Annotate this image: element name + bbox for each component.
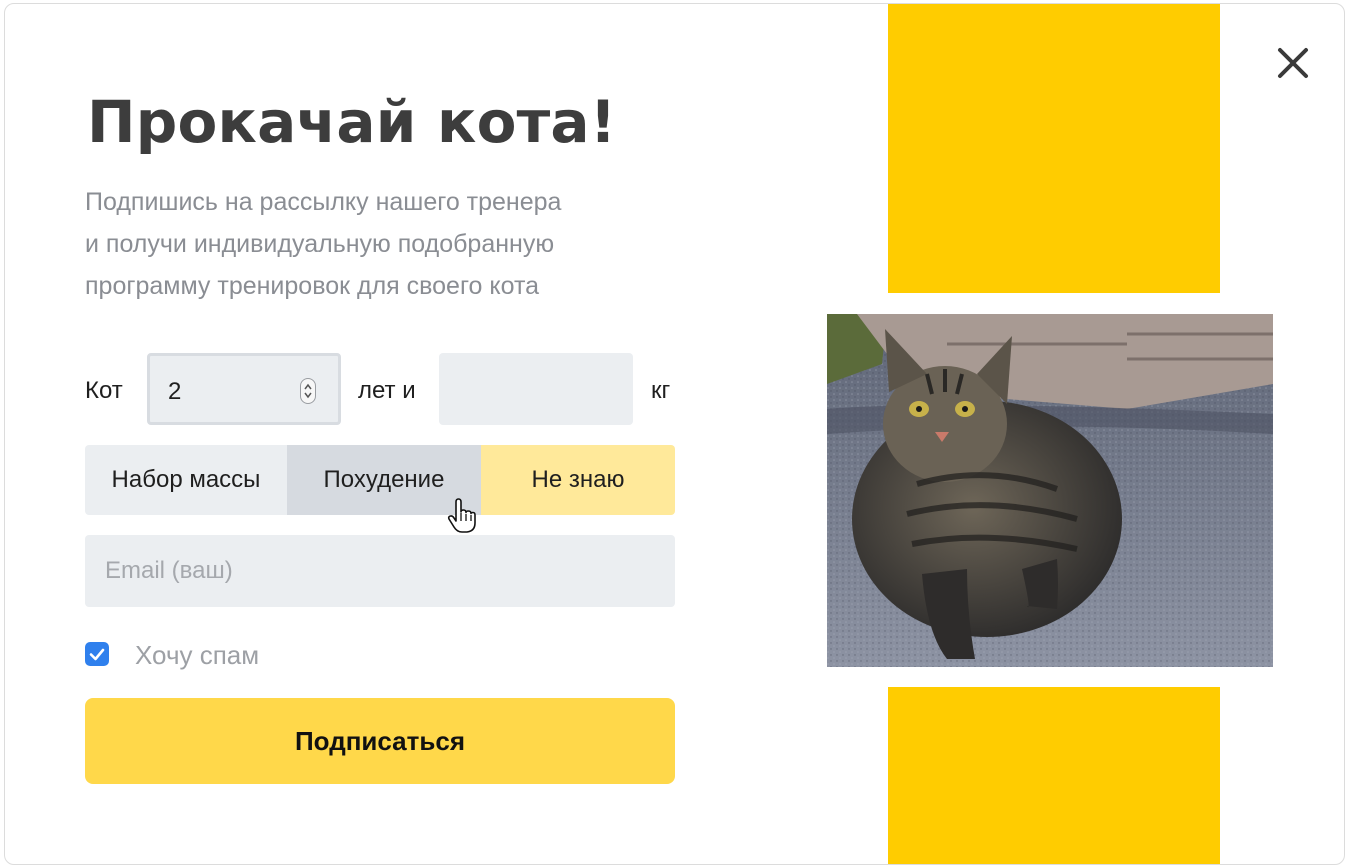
close-button[interactable] <box>1273 42 1313 82</box>
weight-unit-label: кг <box>651 377 671 404</box>
cat-photo <box>827 314 1273 667</box>
spam-checkbox[interactable] <box>85 642 109 666</box>
cat-label: Кот <box>85 377 123 404</box>
subtitle-line: Подпишись на рассылку нашего тренера <box>85 188 562 216</box>
decor-yellow-block-bottom <box>888 687 1220 864</box>
goal-option-mass-gain[interactable]: Набор массы <box>85 445 287 515</box>
age-suffix-label: лет и <box>358 377 416 404</box>
subscribe-button[interactable]: Подписаться <box>85 698 675 784</box>
age-input[interactable]: 2 <box>147 353 341 425</box>
stepper-arrows-icon <box>304 383 312 399</box>
goal-selector: Набор массы Похудение Не знаю <box>85 445 675 515</box>
email-field[interactable]: Email (ваш) <box>85 535 675 607</box>
modal-title: Прокачай кота! <box>87 88 617 156</box>
modal-subtitle: Подпишись на рассылку нашего тренера и п… <box>85 181 645 307</box>
cat-params-row: Кот 2 лет и кг <box>85 353 677 425</box>
age-value: 2 <box>168 378 182 405</box>
decor-yellow-block-top <box>888 4 1220 293</box>
goal-option-dont-know[interactable]: Не знаю <box>481 445 675 515</box>
close-icon <box>1278 48 1308 78</box>
subtitle-line: программу тренировок для своего кота <box>85 272 540 300</box>
weight-input[interactable] <box>439 353 633 425</box>
checkmark-icon <box>89 648 105 661</box>
hand-cursor-icon <box>447 498 477 534</box>
subscribe-modal: Прокачай кота! Подпишись на рассылку наш… <box>4 3 1345 865</box>
age-stepper[interactable] <box>300 378 316 404</box>
subtitle-line: и получи индивидуальную подобранную <box>85 230 555 258</box>
spam-checkbox-label: Хочу спам <box>135 640 260 670</box>
